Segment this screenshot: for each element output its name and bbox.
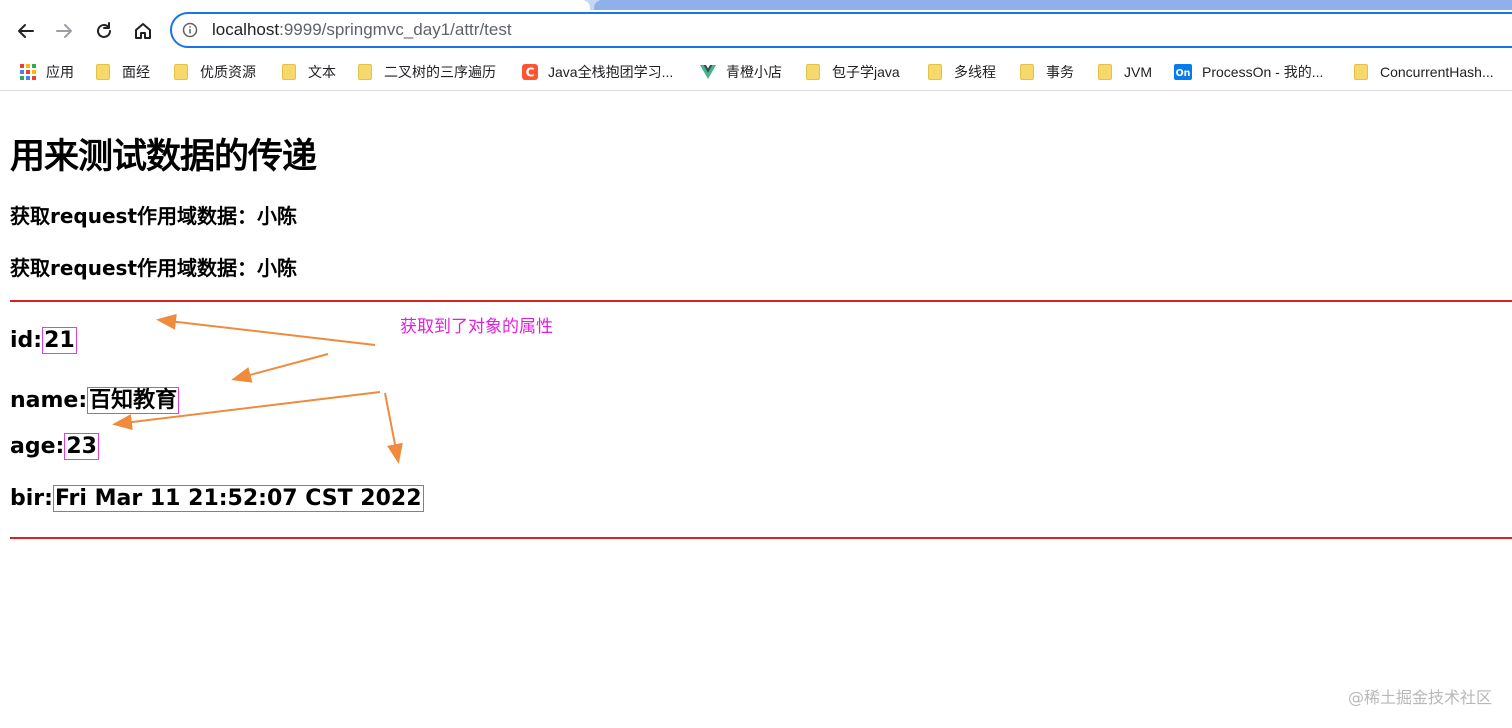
watermark: @稀土掘金技术社区 [1347,688,1492,707]
arrow-to-name [231,353,329,383]
arrow-to-age [112,391,381,431]
arrow-to-bir [384,392,403,464]
annotation-arrows [112,313,403,464]
arrow-to-id [156,313,376,346]
